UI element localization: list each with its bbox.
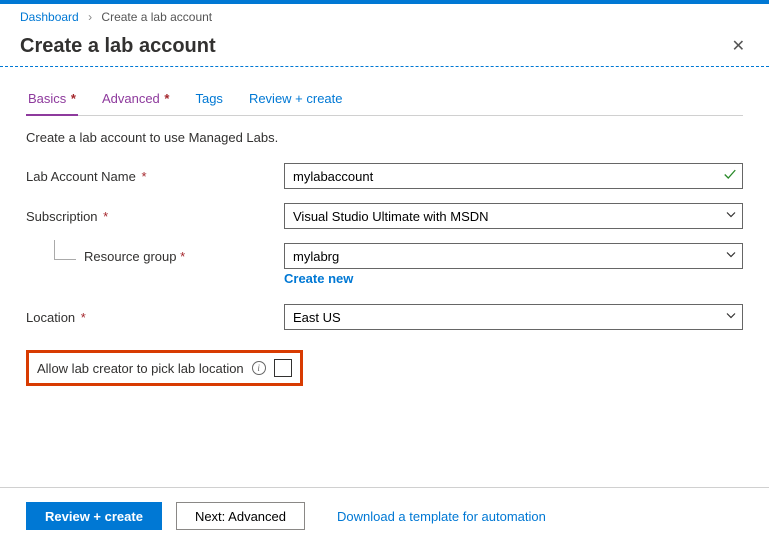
close-icon[interactable]: ✕ <box>728 34 749 58</box>
breadcrumb-root-link[interactable]: Dashboard <box>20 10 79 24</box>
breadcrumb: Dashboard › Create a lab account <box>0 4 769 28</box>
tree-connector <box>54 240 76 260</box>
download-template-link[interactable]: Download a template for automation <box>337 509 546 524</box>
required-indicator: * <box>161 91 170 106</box>
review-create-button[interactable]: Review + create <box>26 502 162 530</box>
location-label: Location * <box>26 310 284 325</box>
tab-review[interactable]: Review + create <box>247 85 345 116</box>
tab-basics-label: Basics <box>28 91 66 106</box>
breadcrumb-current: Create a lab account <box>101 10 212 24</box>
subscription-label: Subscription * <box>26 209 284 224</box>
lab-account-name-input[interactable] <box>284 163 743 189</box>
create-new-resource-group-link[interactable]: Create new <box>284 271 353 286</box>
footer-bar: Review + create Next: Advanced Download … <box>0 487 769 544</box>
allow-creator-checkbox[interactable] <box>274 359 292 377</box>
tab-bar: Basics * Advanced * Tags Review + create <box>26 85 743 116</box>
allow-creator-highlight: Allow lab creator to pick lab location i <box>26 350 303 386</box>
info-icon[interactable]: i <box>252 361 266 375</box>
tab-advanced-label: Advanced <box>102 91 160 106</box>
subscription-select[interactable] <box>284 203 743 229</box>
lab-account-name-label: Lab Account Name * <box>26 169 284 184</box>
page-title: Create a lab account <box>20 35 216 58</box>
resource-group-select[interactable] <box>284 243 743 269</box>
allow-creator-label: Allow lab creator to pick lab location <box>37 361 244 376</box>
tab-advanced[interactable]: Advanced * <box>100 85 172 116</box>
next-advanced-button[interactable]: Next: Advanced <box>176 502 305 530</box>
tab-description: Create a lab account to use Managed Labs… <box>26 130 743 145</box>
location-select[interactable] <box>284 304 743 330</box>
tab-tags[interactable]: Tags <box>193 85 224 116</box>
required-indicator: * <box>67 91 76 106</box>
chevron-right-icon: › <box>88 10 92 24</box>
resource-group-label: Resource group * <box>84 249 185 264</box>
tab-basics[interactable]: Basics * <box>26 85 78 116</box>
